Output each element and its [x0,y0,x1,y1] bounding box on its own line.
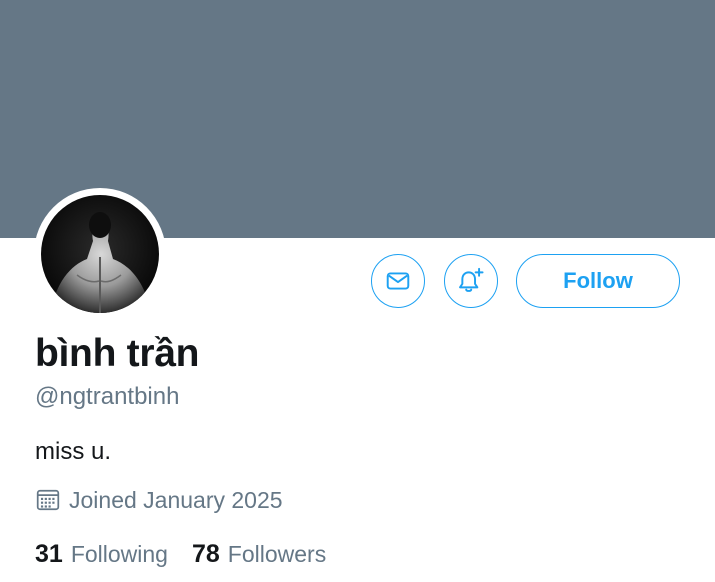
bell-plus-icon [459,267,484,292]
avatar[interactable] [34,188,166,320]
following-count: 31 [35,540,63,568]
envelope-icon [386,272,410,290]
followers-stat[interactable]: 78 Followers [192,538,326,570]
followers-label: Followers [227,541,327,567]
message-button[interactable] [371,254,425,308]
following-label: Following [70,541,168,567]
profile-bio: miss u. [35,438,112,465]
profile-page: Follow bình trần @ngtrantbinh miss u. Jo… [0,0,715,582]
display-name: bình trần [35,332,200,375]
calendar-icon [36,489,60,511]
user-handle: @ngtrantbinh [35,383,180,410]
notify-button[interactable] [444,254,498,308]
profile-stats: 31 Following 78 Followers [35,538,326,570]
joined-date: Joined January 2025 [35,485,283,515]
followers-count: 78 [191,540,220,568]
avatar-image [41,195,159,313]
follow-button[interactable]: Follow [516,254,680,308]
following-stat[interactable]: 31 Following [35,538,168,570]
joined-label: Joined January 2025 [69,487,283,513]
